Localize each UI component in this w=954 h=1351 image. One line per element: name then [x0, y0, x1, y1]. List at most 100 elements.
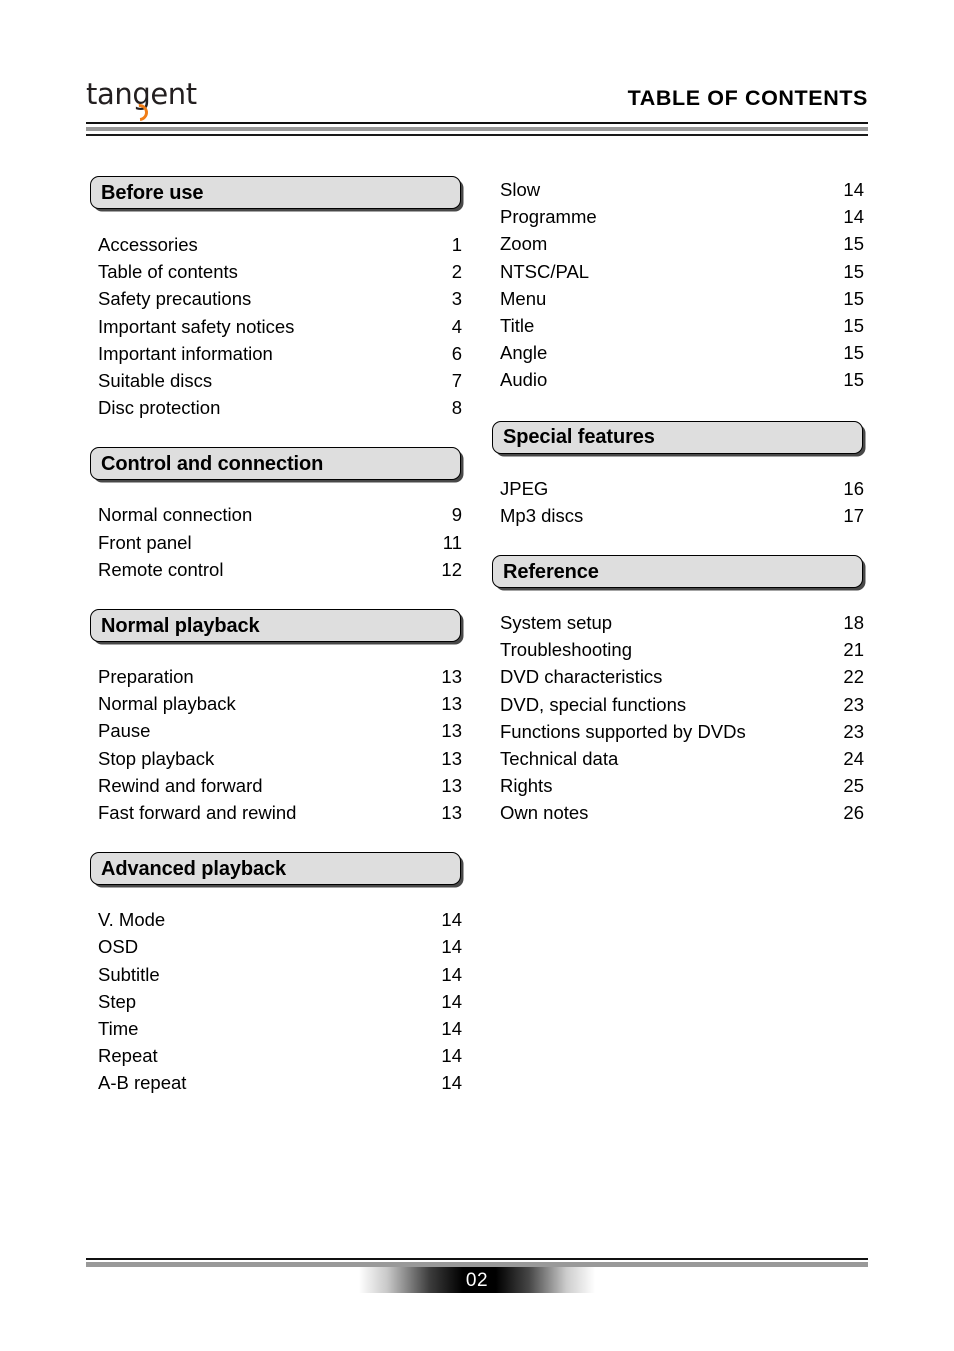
toc-entry[interactable]: Remote control 12 — [90, 556, 468, 583]
toc-entry[interactable]: DVD, special functions 23 — [492, 691, 870, 718]
toc-entry[interactable]: Title 15 — [492, 312, 870, 339]
toc-entry-page: 25 — [843, 775, 864, 797]
toc-entry-page: 3 — [451, 288, 462, 310]
toc-entry[interactable]: Table of contents 2 — [90, 258, 468, 285]
toc-entry-title: V. Mode — [98, 909, 166, 931]
toc-entry-page: 13 — [441, 774, 462, 796]
toc-entry-title: Remote control — [98, 558, 224, 580]
toc-entry-page: 1 — [451, 234, 462, 255]
toc-entry-title: Functions supported by DVDs — [500, 720, 746, 742]
toc-entry[interactable]: Pause 13 — [90, 717, 468, 744]
tangent-logo: tangent — [86, 80, 326, 128]
toc-entry[interactable]: NTSC/PAL 15 — [492, 258, 870, 285]
toc-entry-title: System setup — [500, 612, 613, 634]
toc-section-header[interactable]: Special features — [492, 420, 863, 454]
toc-entry-page: 22 — [843, 666, 864, 688]
toc-entry[interactable]: Troubleshooting 21 — [492, 636, 870, 663]
page-number-label: 02 — [465, 1269, 489, 1291]
toc-entry-page: 6 — [451, 342, 462, 364]
toc-entry-list: System setup 18 Troubleshooting 21 DVD chara… — [492, 609, 870, 827]
toc-entry-page: 4 — [451, 315, 462, 337]
toc-entry-list: Preparation 13 Normal playback 13 Pause 13 Sto… — [90, 663, 468, 826]
toc-entry-title: Fast forward and rewind — [98, 802, 297, 824]
toc-entry-title: Rights — [500, 775, 553, 797]
toc-entry-page: 13 — [441, 720, 462, 742]
toc-section-header[interactable]: Advanced playback — [90, 852, 461, 886]
toc-entry[interactable]: System setup 18 — [492, 609, 870, 636]
toc-entry-page: 16 — [843, 477, 864, 499]
toc-entry[interactable]: Step 14 — [90, 988, 468, 1015]
header-rule-line-3 — [86, 134, 868, 136]
document-page: tangent TABLE OF CONTENTS Before use Acce… — [0, 0, 954, 1351]
toc-section-header[interactable]: Control and connection — [90, 447, 461, 481]
toc-section-label: Control and connection — [101, 452, 324, 475]
toc-entry-list: Normal connection 9 Front panel 11 Remote co… — [90, 501, 468, 583]
toc-entry[interactable]: A-B repeat 14 — [90, 1069, 468, 1096]
toc-entry-page: 13 — [441, 802, 462, 824]
toc-entry[interactable]: DVD characteristics 22 — [492, 663, 870, 690]
toc-entry-page: 14 — [441, 990, 462, 1012]
toc-entry[interactable]: Rights 25 — [492, 772, 870, 799]
toc-entry-page: 11 — [442, 531, 462, 553]
toc-entry-page: 13 — [441, 666, 462, 688]
toc-left-column: Before use Accessories 1 Table of contents 2… — [90, 176, 468, 1123]
toc-entry[interactable]: Safety precautions 3 — [90, 285, 468, 312]
toc-entry-title: Mp3 discs — [500, 504, 584, 526]
toc-entry-page: 13 — [441, 747, 462, 769]
toc-entry[interactable]: Stop playback 13 — [90, 745, 468, 772]
toc-entry[interactable]: Front panel 11 — [90, 529, 468, 556]
toc-entry[interactable]: Preparation 13 — [90, 663, 468, 690]
toc-entry-title: Preparation — [98, 666, 194, 688]
toc-entry-title: Rewind and forward — [98, 774, 263, 796]
toc-section-label: Reference — [503, 560, 599, 583]
toc-entry-title: Slow — [500, 179, 541, 200]
toc-entry[interactable]: Fast forward and rewind 13 — [90, 799, 468, 826]
toc-entry-page: 15 — [843, 287, 864, 309]
toc-entry[interactable]: Rewind and forward 13 — [90, 772, 468, 799]
toc-entry-list: V. Mode 14 OSD 14 Subtitle 14 Step 14 Time 14 Repe… — [90, 906, 468, 1096]
toc-entry-list: JPEG 16 Mp3 discs 17 — [492, 475, 870, 529]
toc-entry[interactable]: Menu 15 — [492, 285, 870, 312]
toc-entry[interactable]: Suitable discs 7 — [90, 367, 468, 394]
toc-entry-title: Repeat — [98, 1045, 158, 1067]
toc-entry[interactable]: Accessories 1 — [90, 231, 468, 258]
toc-entry[interactable]: Slow 14 — [492, 176, 870, 203]
toc-entry[interactable]: Subtitle 14 — [90, 961, 468, 988]
toc-section-header[interactable]: Before use — [90, 176, 461, 209]
toc-section-header[interactable]: Normal playback — [90, 609, 461, 643]
toc-entry-page: 14 — [843, 206, 864, 228]
toc-entry[interactable]: Time 14 — [90, 1015, 468, 1042]
toc-entry[interactable]: Own notes 26 — [492, 799, 870, 826]
toc-entry[interactable]: OSD 14 — [90, 933, 468, 960]
toc-entry[interactable]: Angle 15 — [492, 339, 870, 366]
toc-entry[interactable]: Important safety notices 4 — [90, 313, 468, 340]
toc-entry[interactable]: Technical data 24 — [492, 745, 870, 772]
toc-entry[interactable]: Normal connection 9 — [90, 501, 468, 528]
toc-entry[interactable]: Programme 14 — [492, 203, 870, 230]
toc-entry-page: 15 — [843, 369, 864, 391]
toc-entry[interactable]: Zoom 15 — [492, 230, 870, 257]
toc-entry[interactable]: Important information 6 — [90, 340, 468, 367]
toc-entry-page: 18 — [843, 612, 864, 634]
toc-entry-title: Angle — [500, 342, 548, 364]
toc-entry[interactable]: V. Mode 14 — [90, 906, 468, 933]
toc-entry-title: Zoom — [500, 233, 548, 255]
toc-entry-title: Important information — [98, 342, 273, 364]
toc-entry-page: 7 — [451, 370, 462, 392]
toc-entry-title: Accessories — [98, 234, 198, 255]
toc-entry[interactable]: Disc protection 8 — [90, 394, 468, 421]
toc-entry-page: 23 — [843, 720, 864, 742]
toc-entry-title: Subtitle — [98, 963, 160, 985]
toc-entry[interactable]: Normal playback 13 — [90, 690, 468, 717]
toc-section-header[interactable]: Reference — [492, 555, 863, 589]
toc-entry[interactable]: Repeat 14 — [90, 1042, 468, 1069]
toc-entry[interactable]: JPEG 16 — [492, 475, 870, 502]
toc-entry[interactable]: Functions supported by DVDs 23 — [492, 718, 870, 745]
toc-section-label: Advanced playback — [101, 857, 287, 880]
toc-entry-title: OSD — [98, 936, 139, 958]
toc-entry-title: Front panel — [98, 531, 192, 553]
toc-entry-title: Audio — [500, 369, 548, 391]
toc-entry[interactable]: Audio 15 — [492, 366, 870, 393]
toc-entry-title: Title — [500, 315, 535, 337]
toc-entry[interactable]: Mp3 discs 17 — [492, 502, 870, 529]
